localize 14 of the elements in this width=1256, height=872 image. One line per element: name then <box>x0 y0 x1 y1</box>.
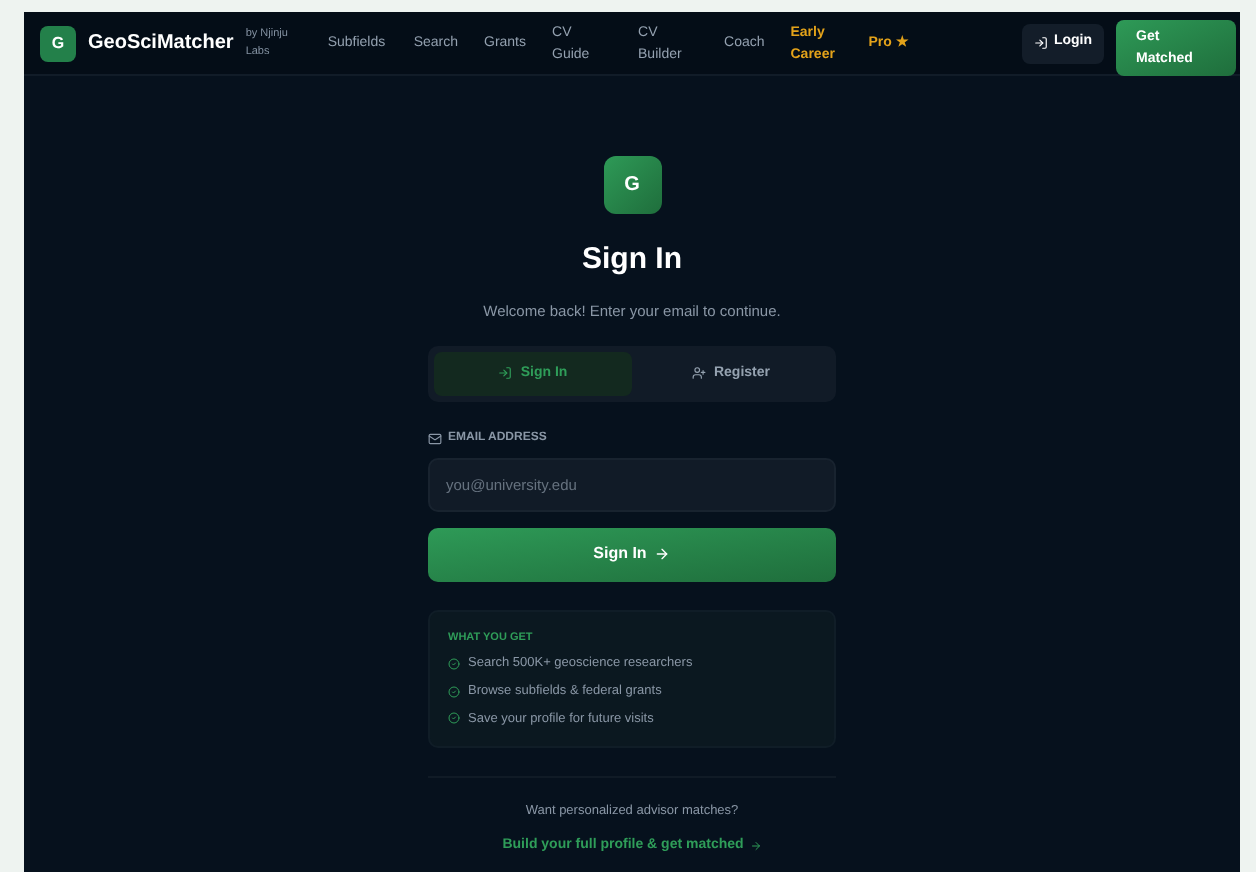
arrow-icon <box>654 546 671 563</box>
check-icon <box>448 685 460 698</box>
login-icon <box>1033 36 1048 50</box>
logo-icon[interactable]: G <box>40 25 76 61</box>
check-icon <box>448 657 460 670</box>
brand-name[interactable]: GeoSciMatcher <box>88 28 234 58</box>
mail-icon <box>428 431 442 446</box>
arrow-icon <box>749 840 762 853</box>
sign-in-button[interactable]: Sign In <box>428 527 836 582</box>
page-title: Sign In <box>582 240 682 280</box>
check-icon <box>448 712 460 725</box>
sign-in-icon <box>498 366 513 381</box>
add-user-icon <box>691 366 706 381</box>
logo-icon: G <box>603 156 661 214</box>
